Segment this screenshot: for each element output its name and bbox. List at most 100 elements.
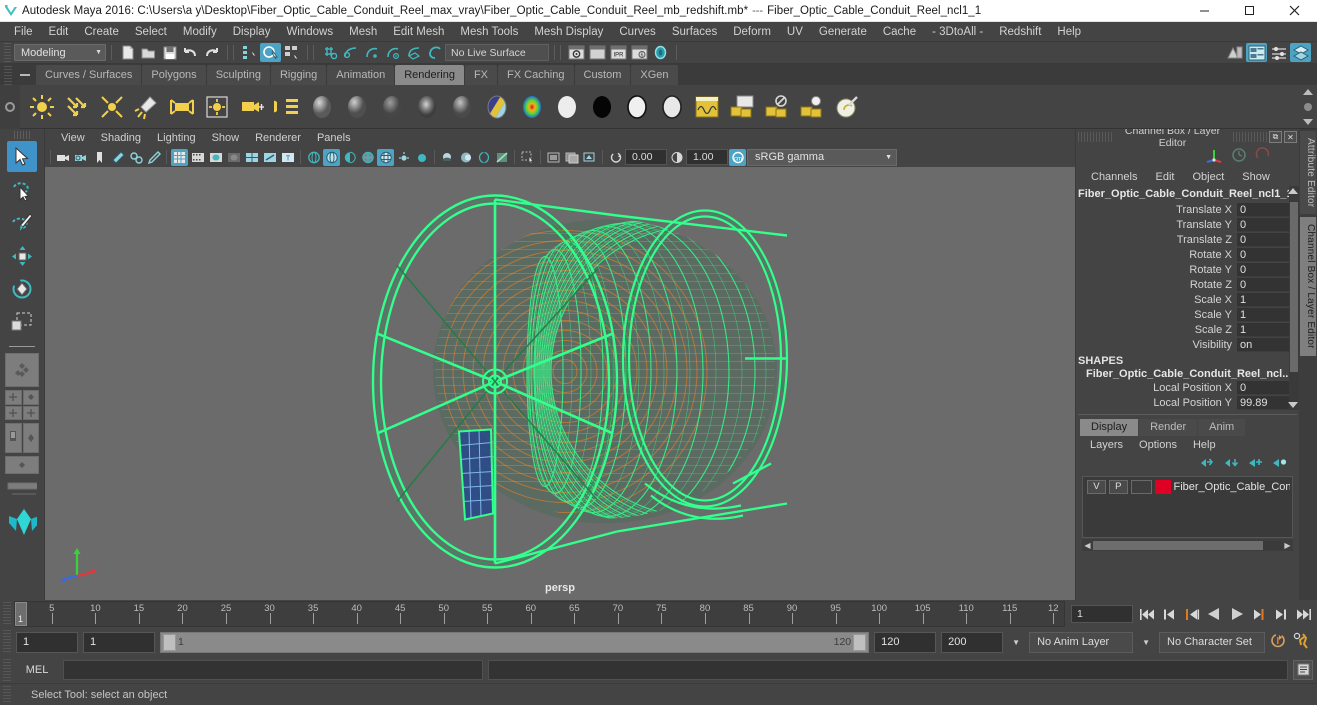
ipr-render-icon[interactable]: IPR: [608, 43, 629, 62]
layer-menu-help[interactable]: Help: [1185, 439, 1224, 451]
shelf-tab-rigging[interactable]: Rigging: [270, 65, 327, 85]
volume-light-icon[interactable]: [201, 91, 233, 123]
layout-quad-bl[interactable]: [5, 405, 22, 420]
add-selected-to-layer-icon[interactable]: [1272, 456, 1287, 472]
lasso-select-tool-button[interactable]: [7, 174, 37, 205]
image-plane-icon[interactable]: [109, 149, 126, 166]
menu-mesh[interactable]: Mesh: [341, 22, 385, 42]
layout-quad-br[interactable]: [22, 405, 39, 420]
toggle-attribute-editor-icon[interactable]: [1246, 43, 1267, 62]
spot-light-icon[interactable]: [131, 91, 163, 123]
channelbox-menu-channels[interactable]: Channels: [1082, 171, 1146, 183]
channelbox-menu-show[interactable]: Show: [1233, 171, 1279, 183]
shading-wireframe-icon[interactable]: [305, 149, 322, 166]
select-camera-icon[interactable]: [55, 149, 72, 166]
hscroll-track[interactable]: [1093, 540, 1282, 550]
motion-blur-icon[interactable]: [475, 149, 492, 166]
layer-playback-toggle[interactable]: P: [1108, 479, 1128, 494]
shelf-tab-xgen[interactable]: XGen: [631, 65, 678, 85]
redo-render-icon[interactable]: [587, 43, 608, 62]
grease-pencil-icon[interactable]: [145, 149, 162, 166]
panel-grip[interactable]: [1078, 132, 1112, 142]
range-bar[interactable]: 1 120: [160, 631, 870, 653]
go-to-start-button[interactable]: [1139, 605, 1157, 623]
shelf-scroll-down-icon[interactable]: [1303, 119, 1313, 125]
menu-generate[interactable]: Generate: [811, 22, 875, 42]
layer-name[interactable]: Fiber_Optic_Cable_Cond: [1174, 481, 1291, 493]
save-scene-icon[interactable]: [159, 43, 180, 62]
command-line-grip[interactable]: [3, 658, 11, 681]
shelf-scroll-up-icon[interactable]: [1303, 89, 1313, 95]
perspective-viewport[interactable]: persp: [45, 167, 1075, 600]
ambient-occlusion-icon[interactable]: [457, 149, 474, 166]
redo-icon[interactable]: [201, 43, 222, 62]
toggle-tool-settings-icon[interactable]: [1268, 43, 1289, 62]
point-light-icon[interactable]: [96, 91, 128, 123]
undo-icon[interactable]: [180, 43, 201, 62]
step-forward-frame-button[interactable]: [1249, 605, 1267, 623]
shading-flat-icon[interactable]: [341, 149, 358, 166]
scroll-up-icon[interactable]: [1288, 188, 1298, 194]
viewport-menu-view[interactable]: View: [53, 129, 93, 147]
ambient-light-icon[interactable]: [26, 91, 58, 123]
menu-cache[interactable]: Cache: [875, 22, 924, 42]
scale-tool-button[interactable]: [7, 306, 37, 337]
channelbox-menu-object[interactable]: Object: [1183, 171, 1233, 183]
scroll-down-icon[interactable]: [1288, 402, 1298, 408]
shadows-icon[interactable]: [439, 149, 456, 166]
range-slider-grip[interactable]: [3, 630, 11, 654]
viewport-menu-lighting[interactable]: Lighting: [149, 129, 204, 147]
range-left-handle[interactable]: [163, 633, 176, 651]
menu-redshift[interactable]: Redshift: [991, 22, 1049, 42]
vertical-tab-channel-box[interactable]: Channel Box / Layer Editor: [1300, 217, 1316, 357]
layer-tab-display[interactable]: Display: [1080, 419, 1139, 436]
viewport-menu-shading[interactable]: Shading: [93, 129, 149, 147]
quick-layout-more-button[interactable]: [7, 477, 37, 503]
open-scene-icon[interactable]: [138, 43, 159, 62]
layer-menu-options[interactable]: Options: [1131, 439, 1185, 451]
material-shading-map-icon[interactable]: [621, 91, 653, 123]
use-all-lights-icon[interactable]: [413, 149, 430, 166]
menu-edit-mesh[interactable]: Edit Mesh: [385, 22, 452, 42]
area-light-icon[interactable]: [166, 91, 198, 123]
channelbox-menu-edit[interactable]: Edit: [1146, 171, 1183, 183]
help-line-grip[interactable]: [3, 685, 11, 704]
gamma-reset-icon[interactable]: [668, 149, 685, 166]
paint-select-tool-button[interactable]: [7, 207, 37, 238]
hscroll-thumb[interactable]: [1093, 540, 1263, 550]
rotate-tool-button[interactable]: [7, 273, 37, 304]
shelf-grip[interactable]: [4, 66, 12, 85]
create-camera-icon[interactable]: [236, 91, 268, 123]
range-start-time-field[interactable]: 1: [83, 631, 155, 653]
maximize-button[interactable]: [1227, 0, 1272, 22]
menu-modify[interactable]: Modify: [175, 22, 225, 42]
menu-mesh-tools[interactable]: Mesh Tools: [452, 22, 526, 42]
material-phonge-icon[interactable]: [411, 91, 443, 123]
step-forward-key-button[interactable]: [1271, 605, 1289, 623]
shelf-scroll-thumb[interactable]: [1304, 103, 1312, 111]
select-by-hierarchy-icon[interactable]: [239, 43, 260, 62]
menu-curves[interactable]: Curves: [611, 22, 663, 42]
batch-render-icon[interactable]: [726, 91, 758, 123]
auto-keyframe-toggle-icon[interactable]: [1270, 632, 1288, 652]
exposure-value-field[interactable]: 0.00: [625, 149, 667, 165]
show-batch-render-icon[interactable]: [796, 91, 828, 123]
vertical-tab-attribute-editor[interactable]: Attribute Editor: [1300, 131, 1316, 215]
menu-edit[interactable]: Edit: [41, 22, 77, 42]
make-live-icon[interactable]: [424, 43, 445, 62]
menuset-selector[interactable]: Modeling ▼: [14, 44, 106, 61]
move-layer-down-icon[interactable]: [1224, 456, 1239, 472]
layer-color-swatch[interactable]: [1154, 479, 1171, 494]
live-surface-field[interactable]: No Live Surface: [445, 44, 549, 61]
layout-quad-tr[interactable]: [22, 390, 39, 405]
menu-display[interactable]: Display: [225, 22, 279, 42]
render-current-frame-icon[interactable]: [566, 43, 587, 62]
material-layered-shader-icon[interactable]: [481, 91, 513, 123]
snap-to-projected-center-icon[interactable]: [382, 43, 403, 62]
render-settings-icon[interactable]: 6: [629, 43, 650, 62]
menu-create[interactable]: Create: [76, 22, 127, 42]
play-forwards-button[interactable]: [1227, 605, 1245, 623]
snap-to-view-planes-icon[interactable]: [403, 43, 424, 62]
shelf-tab-curves-surfaces[interactable]: Curves / Surfaces: [36, 65, 142, 85]
minimize-button[interactable]: [1182, 0, 1227, 22]
